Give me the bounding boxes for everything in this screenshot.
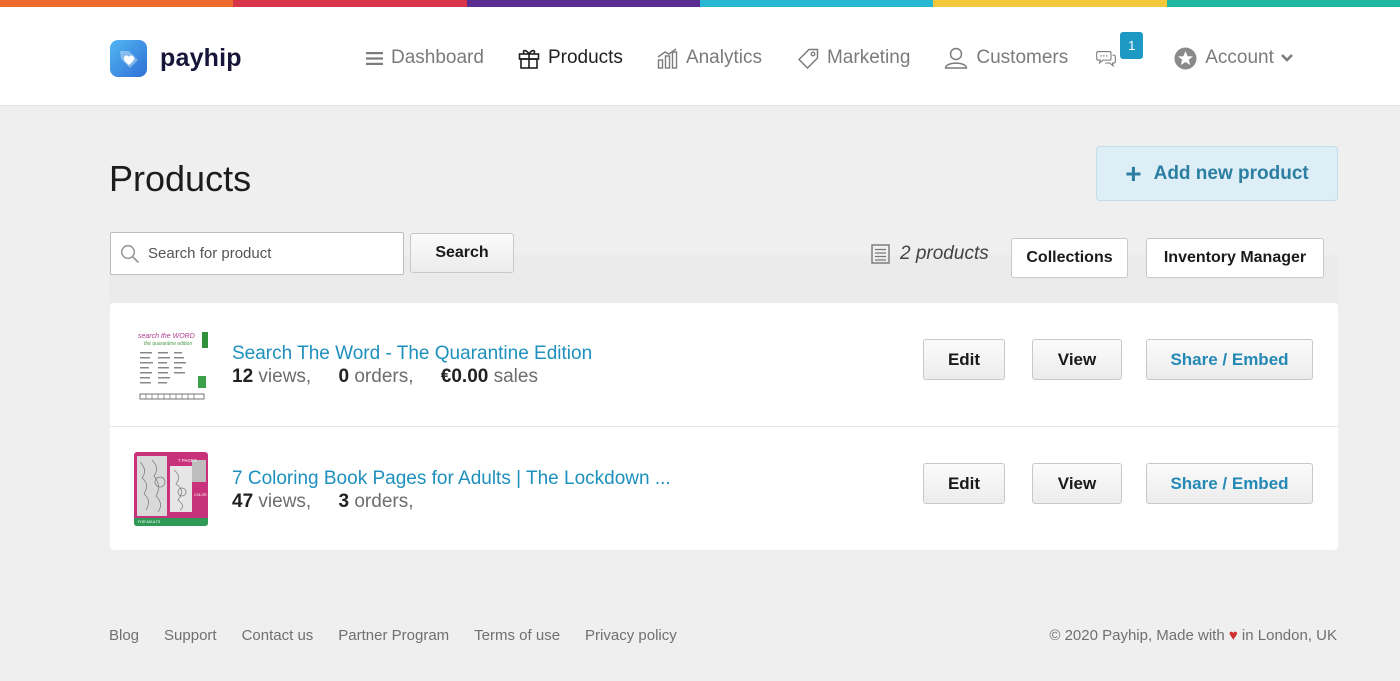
tag-heart-icon [110,40,147,77]
search-box[interactable] [110,232,404,275]
messages-count-badge: 1 [1120,32,1144,59]
brand-name: payhip [160,44,242,72]
orders-count: 3 [338,491,350,512]
copyright-prefix: © 2020 Payhip, Made with [1049,627,1225,644]
product-list: search the WORD the quarantine edition S… [110,303,1338,550]
heart-icon: ♥ [1228,627,1238,644]
product-title-link[interactable]: 7 Coloring Book Pages for Adults | The L… [232,468,671,490]
inventory-manager-button[interactable]: Inventory Manager [1146,238,1324,278]
rainbow-strip [0,0,1400,7]
nav-messages[interactable]: 1 [1096,32,1144,71]
rainbow-segment [0,0,234,7]
view-button[interactable]: View [1032,339,1122,380]
plus-icon: + [1125,157,1142,189]
search-input[interactable] [148,245,388,262]
product-row: search the WORD the quarantine edition S… [110,303,1338,427]
page-title: Products [109,158,252,199]
copyright-suffix: in London, UK [1241,627,1337,644]
menu-lines-icon [366,51,383,65]
nav-customers[interactable]: Customers [944,47,1068,69]
nav-account[interactable]: Account [1174,47,1294,70]
wordsearch-thumbnail[interactable]: search the WORD the quarantine edition [134,328,208,402]
views-label: views, [258,366,312,387]
product-count-label: 2 products [900,243,989,264]
nav-customers-label: Customers [976,47,1069,68]
footer-link-privacy[interactable]: Privacy policy [585,627,677,644]
svg-text:the quarantine edition: the quarantine edition [144,341,192,347]
share-embed-button[interactable]: Share / Embed [1146,339,1313,380]
product-stats: 47 views, 3 orders, [232,491,414,513]
footer-link-terms[interactable]: Terms of use [474,627,560,644]
view-button[interactable]: View [1032,463,1122,504]
price-tag-icon [797,48,819,69]
orders-stat: 3 orders, [339,491,414,513]
share-embed-button[interactable]: Share / Embed [1146,463,1313,504]
chat-bubbles-icon [1096,51,1117,68]
orders-stat: 0 orders, [339,366,414,388]
nav-dashboard[interactable]: Dashboard [366,47,484,69]
add-new-product-button[interactable]: + Add new product [1096,146,1338,201]
footer-link-partner[interactable]: Partner Program [338,627,449,644]
nav-analytics[interactable]: Analytics [657,47,762,69]
user-icon [945,47,968,69]
nav-account-label: Account [1205,47,1274,68]
product-row: 7 PAGES COLOR FOR ADULTS 7 Coloring Book… [110,427,1338,550]
nav-products-label: Products [547,47,623,68]
rainbow-segment [933,0,1167,7]
gift-icon [518,49,540,69]
svg-text:FOR ADULTS: FOR ADULTS [138,520,161,524]
sales-label: sales [493,366,538,387]
account-star-icon [1174,47,1197,69]
footer-links: Blog Support Contact us Partner Program … [109,627,702,644]
svg-text:COLOR: COLOR [194,493,207,497]
sales-stat: €0.00 sales [441,366,538,388]
rainbow-segment [1166,0,1400,7]
edit-button[interactable]: Edit [923,339,1005,380]
svg-text:search the WORD: search the WORD [138,333,195,340]
orders-label: orders, [354,491,414,512]
brand-logo[interactable]: payhip [110,40,242,77]
nav-products[interactable]: Products [518,47,623,69]
main-nav: Dashboard Products Analytics Marketing C… [366,32,1294,71]
add-new-product-label: Add new product [1153,162,1309,184]
nav-dashboard-label: Dashboard [391,47,484,68]
views-label: views, [258,491,312,512]
copyright: © 2020 Payhip, Made with ♥ in London, UK [1049,627,1337,644]
footer-link-support[interactable]: Support [164,627,217,644]
search-icon [120,244,140,263]
chevron-down-icon [1280,54,1293,62]
nav-marketing-label: Marketing [826,47,911,68]
footer-link-blog[interactable]: Blog [109,627,139,644]
coloring-book-thumbnail[interactable]: 7 PAGES COLOR FOR ADULTS [134,452,208,526]
nav-analytics-label: Analytics [685,47,762,68]
top-navbar: payhip Dashboard Products Analytics Mark… [0,7,1400,106]
orders-label: orders, [354,366,414,387]
search-button[interactable]: Search [410,233,514,273]
edit-button[interactable]: Edit [923,463,1005,504]
views-stat: 12 views, [232,366,311,388]
product-title-link[interactable]: Search The Word - The Quarantine Edition [232,343,592,365]
views-count: 47 [232,491,254,512]
views-stat: 47 views, [232,491,311,513]
views-count: 12 [232,366,254,387]
orders-count: 0 [338,366,350,387]
product-count: 2 products [871,243,989,265]
product-stats: 12 views, 0 orders, €0.00 sales [232,366,538,388]
sales-amount: €0.00 [440,366,489,387]
bar-chart-icon [657,47,678,69]
collections-button[interactable]: Collections [1011,238,1128,278]
svg-text:7 PAGES: 7 PAGES [178,458,197,463]
footer-link-contact[interactable]: Contact us [242,627,314,644]
rainbow-segment [233,0,467,7]
rainbow-segment [699,0,934,7]
rainbow-segment [466,0,700,7]
list-icon [871,244,890,264]
nav-marketing[interactable]: Marketing [797,47,911,69]
